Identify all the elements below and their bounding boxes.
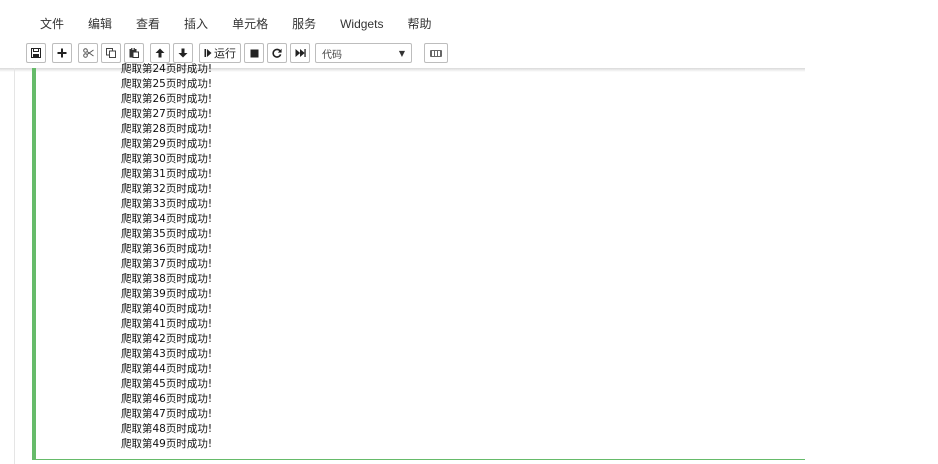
copy-button[interactable] [101,43,121,63]
output-line: 爬取第48页时成功! [121,423,213,435]
cut-button[interactable] [78,43,98,63]
caret-down-icon: ▼ [398,48,405,58]
output-line: 爬取第37页时成功! [121,258,213,270]
copy-icon [106,48,116,58]
output-line: 爬取第44页时成功! [121,363,213,375]
menu-bar: 文件 编辑 查看 插入 单元格 服务 Widgets 帮助 [0,10,805,38]
fast-forward-icon [295,49,306,57]
keyboard-icon [430,49,442,57]
output-line: 爬取第32页时成功! [121,183,213,195]
menu-kernel[interactable]: 服务 [280,10,328,38]
output-line: 爬取第31页时成功! [121,168,213,180]
plus-icon [57,48,67,58]
output-line: 爬取第45页时成功! [121,378,213,390]
save-button[interactable] [26,43,46,63]
output-line: 爬取第25页时成功! [121,78,213,90]
run-button[interactable]: 运行 [199,43,241,63]
output-line: 爬取第29页时成功! [121,138,213,150]
output-line: 爬取第33页时成功! [121,198,213,210]
run-all-button[interactable] [290,43,310,63]
output-line: 爬取第30页时成功! [121,153,213,165]
menu-file[interactable]: 文件 [28,10,76,38]
menu-view[interactable]: 查看 [124,10,172,38]
output-line: 爬取第28页时成功! [121,123,213,135]
arrow-down-icon [178,48,188,58]
insert-cell-button[interactable] [52,43,72,63]
output-area: 爬取第24页时成功! 爬取第25页时成功! 爬取第26页时成功! 爬取第27页时成功!… [121,62,212,452]
output-line: 爬取第27页时成功! [121,108,213,120]
page-edge [14,68,15,464]
output-line: 爬取第24页时成功! [121,63,213,75]
output-line: 爬取第42页时成功! [121,333,213,345]
menu-help[interactable]: 帮助 [395,10,443,38]
command-palette-button[interactable] [424,43,448,63]
output-line: 爬取第26页时成功! [121,93,213,105]
output-line: 爬取第43页时成功! [121,348,213,360]
output-line: 爬取第46页时成功! [121,393,213,405]
move-down-button[interactable] [173,43,193,63]
menu-insert[interactable]: 插入 [172,10,220,38]
output-line: 爬取第41页时成功! [121,318,213,330]
paste-button[interactable] [124,43,144,63]
save-icon [31,48,41,58]
menu-widgets[interactable]: Widgets [328,10,395,38]
menu-edit[interactable]: 编辑 [76,10,124,38]
interrupt-button[interactable] [244,43,264,63]
step-forward-icon [204,49,212,57]
output-line: 爬取第49页时成功! [121,438,213,450]
menu-cell[interactable]: 单元格 [220,10,280,38]
output-line: 爬取第35页时成功! [121,228,213,240]
output-line: 爬取第38页时成功! [121,273,213,285]
notebook-header: 文件 编辑 查看 插入 单元格 服务 Widgets 帮助 运行 代码 ▼ [0,0,805,68]
arrow-up-icon [155,48,165,58]
move-up-button[interactable] [150,43,170,63]
refresh-icon [272,48,282,58]
code-cell-output[interactable]: 爬取第24页时成功! 爬取第25页时成功! 爬取第26页时成功! 爬取第27页时成功!… [32,63,805,460]
scissors-icon [82,48,94,58]
output-line: 爬取第39页时成功! [121,288,213,300]
output-line: 爬取第34页时成功! [121,213,213,225]
paste-icon [129,48,139,58]
output-line: 爬取第36页时成功! [121,243,213,255]
restart-button[interactable] [267,43,287,63]
cell-type-value: 代码 [322,49,342,61]
stop-icon [250,49,258,57]
cell-type-select[interactable]: 代码 ▼ [315,43,412,63]
run-label: 运行 [214,47,236,60]
output-line: 爬取第47页时成功! [121,408,213,420]
output-line: 爬取第40页时成功! [121,303,213,315]
